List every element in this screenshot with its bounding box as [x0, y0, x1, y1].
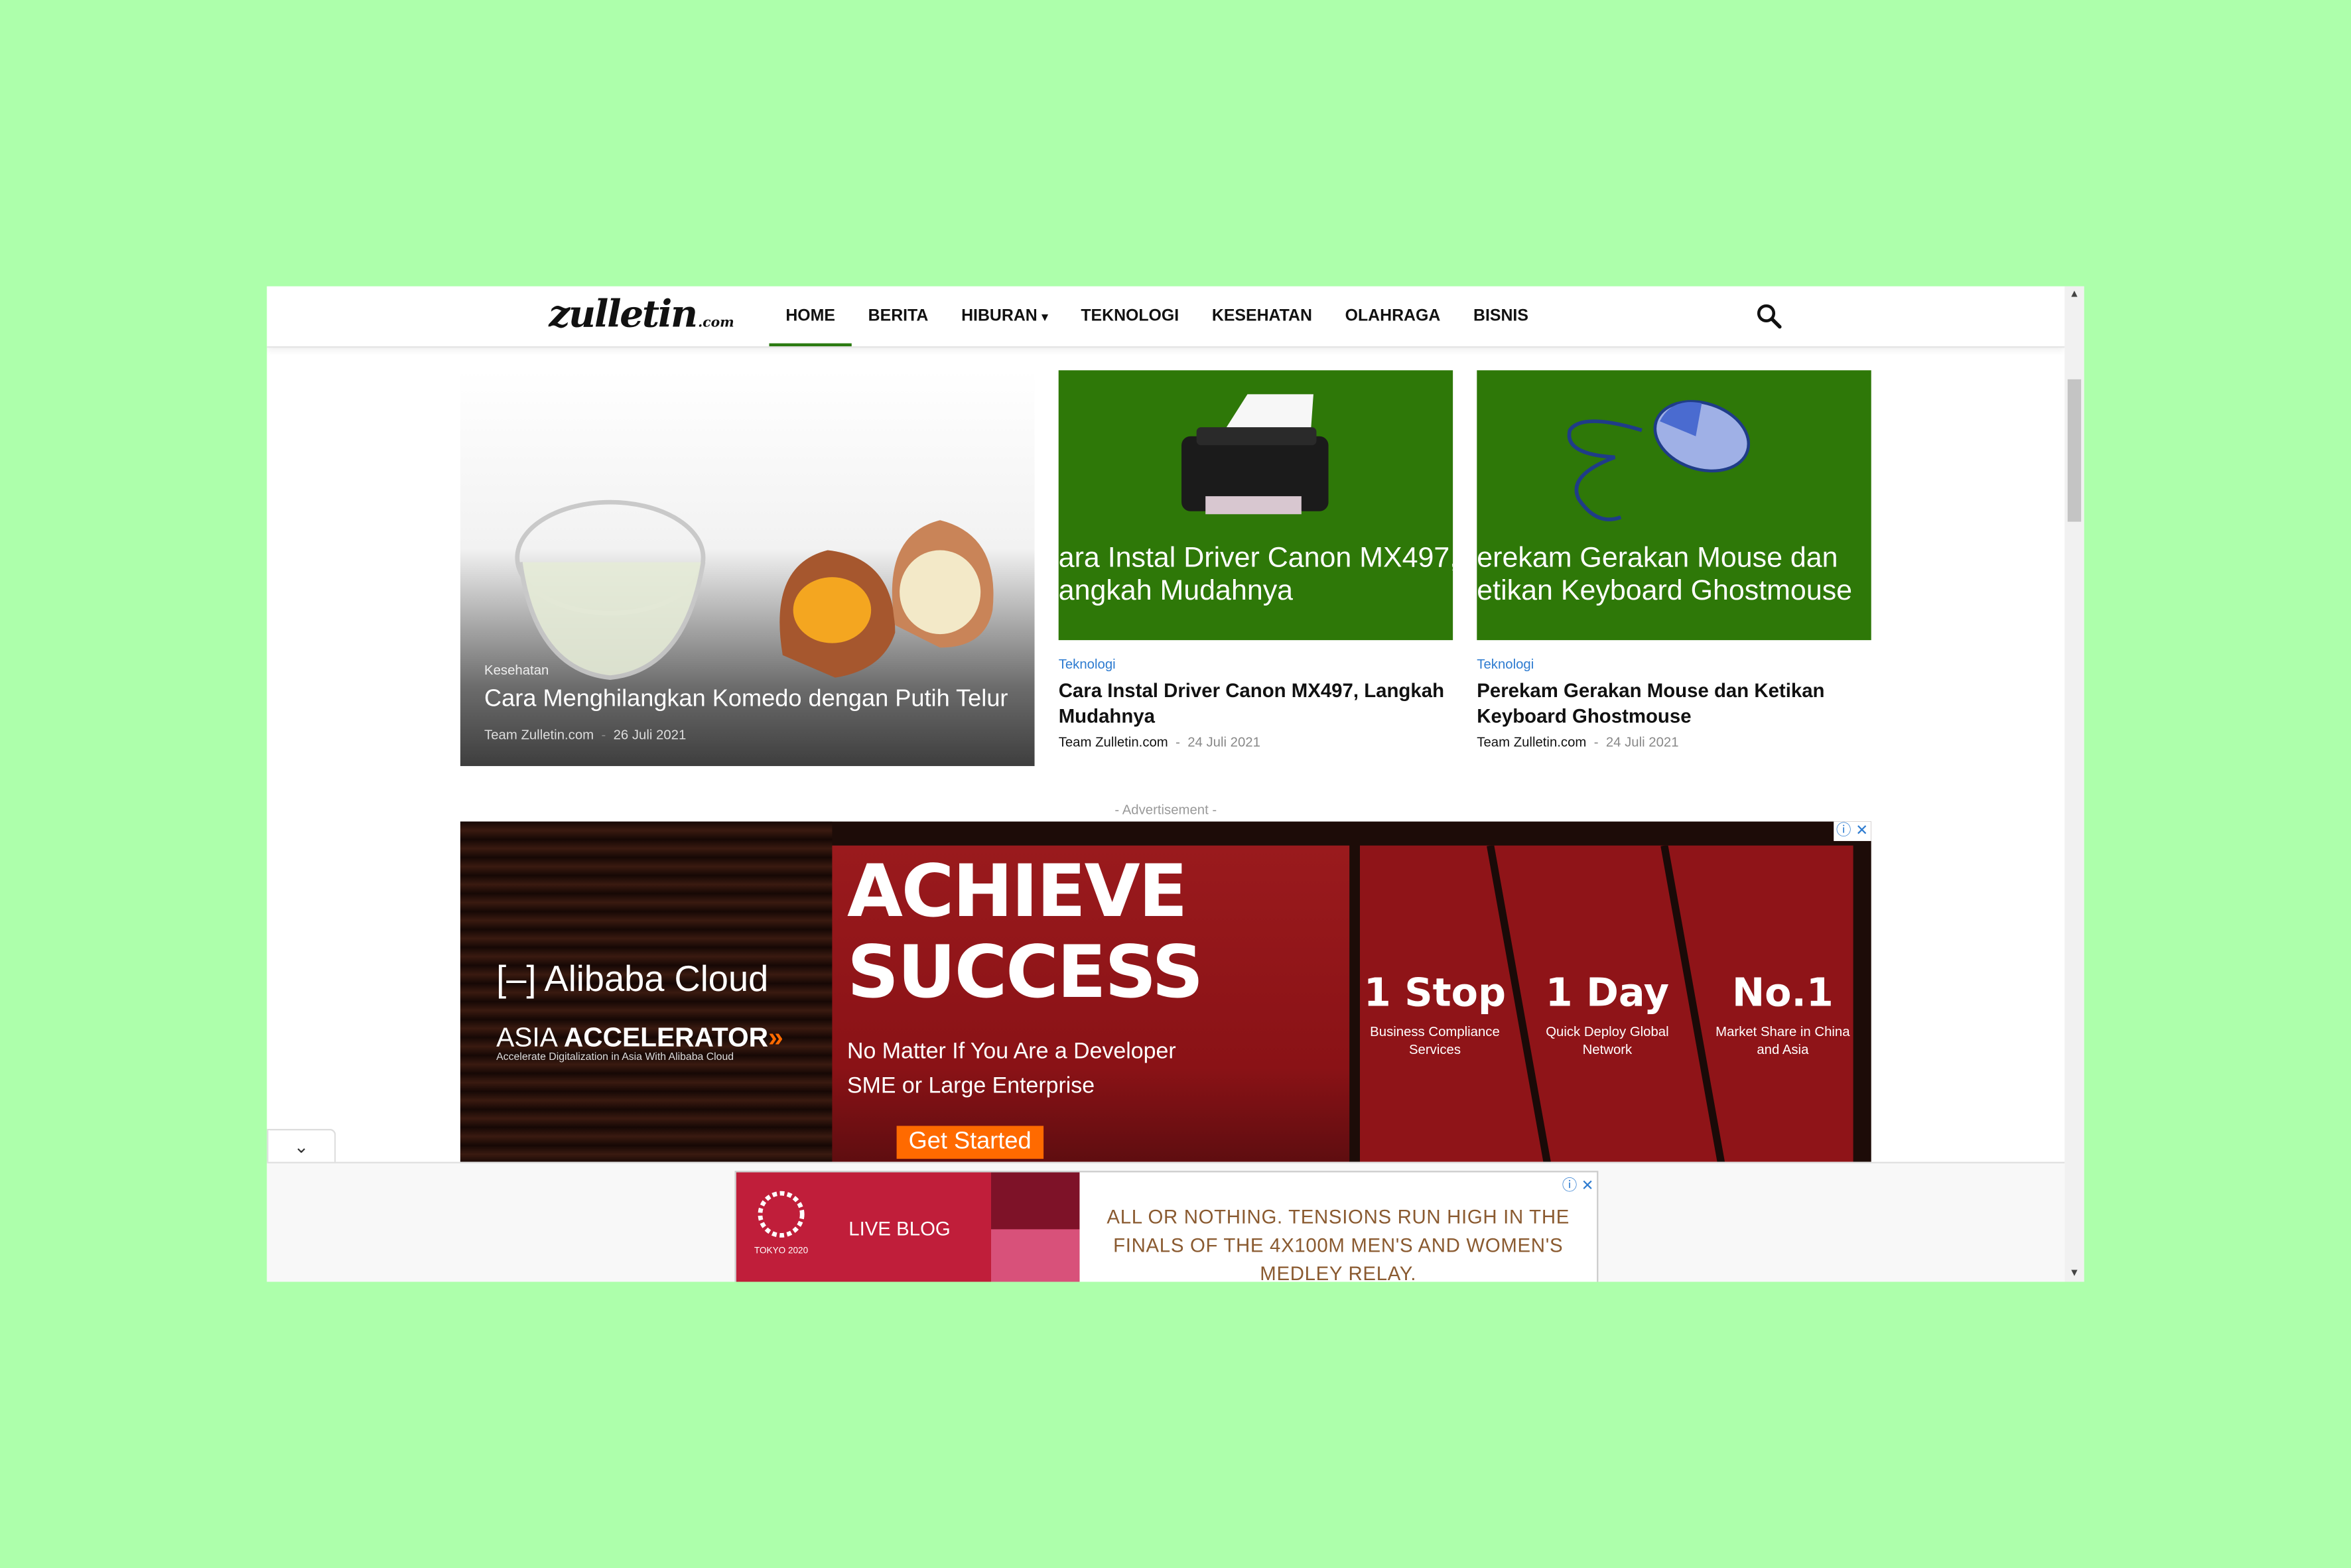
nav-teknologi[interactable]: TEKNOLOGI — [1064, 287, 1195, 346]
ad-brand-panel: [–] Alibaba Cloud ASIA ACCELERATOR» Acce… — [460, 821, 833, 1163]
ad-stat-value: No.1 — [1731, 971, 1834, 1017]
logo-suffix: .com — [698, 316, 734, 332]
scrollbar-thumb[interactable] — [2067, 379, 2082, 522]
logo-text: zulletin — [549, 292, 698, 336]
close-icon[interactable]: ✕ — [1855, 823, 1868, 840]
ad-red-panel: TOKYO 2020 LIVE BLOG — [736, 1172, 1080, 1282]
ad-program-prefix: ASIA — [496, 1022, 564, 1053]
adchoices-badge[interactable]: ⓘ ✕ — [1562, 1172, 1594, 1195]
featured-article[interactable]: Kesehatan Cara Menghilangkan Komedo deng… — [460, 370, 1035, 766]
featured-category[interactable]: Kesehatan — [484, 663, 549, 678]
ad-stat-caption: Quick Deploy Global Network — [1546, 1023, 1669, 1057]
printer-icon — [1181, 394, 1329, 515]
article-title[interactable]: Cara Instal Driver Canon MX497, Langkah … — [1059, 678, 1453, 729]
nav-bisnis[interactable]: BISNIS — [1457, 287, 1545, 346]
ad-subtext: No Matter If You Are a Developer SME or L… — [847, 1035, 1176, 1104]
alibaba-ad-banner[interactable]: [–] Alibaba Cloud ASIA ACCELERATOR» Acce… — [460, 821, 1871, 1163]
nav-kesehatan[interactable]: KESEHATAN — [1195, 287, 1329, 346]
ad-headline-line1: ACHIEVE — [847, 850, 1187, 935]
featured-title[interactable]: Cara Menghilangkan Komedo dengan Putih T… — [484, 686, 1008, 714]
olympics-ad-banner[interactable]: TOKYO 2020 LIVE BLOG ALL OR NOTHING. TEN… — [734, 1171, 1599, 1282]
tokyo-2020-emblem: TOKYO 2020 — [751, 1187, 811, 1272]
ad-program: ASIA ACCELERATOR» — [496, 1022, 783, 1053]
ad-stat-caption: Market Share in China and Asia — [1715, 1023, 1850, 1057]
article-title[interactable]: Perekam Gerakan Mouse dan Ketikan Keyboa… — [1477, 678, 1871, 729]
ad-stat: No.1 Market Share in China and Asia — [1708, 972, 1857, 1059]
advertisement-label: - Advertisement - — [1114, 802, 1217, 817]
article-date: 24 Juli 2021 — [1605, 734, 1679, 750]
ad-stat-value: 1 Stop — [1363, 971, 1507, 1017]
article-date: 24 Juli 2021 — [1187, 734, 1260, 750]
alibaba-cloud-icon: [–] — [496, 959, 537, 1000]
featured-meta: Team Zulletin.com - 26 Juli 2021 — [484, 727, 686, 742]
article-separator: - — [1593, 734, 1599, 750]
featured-author[interactable]: Team Zulletin.com — [484, 727, 594, 742]
article-thumbnail[interactable]: erekam Gerakan Mouse dan etikan Keyboard… — [1477, 370, 1871, 641]
ad-stripe — [990, 1229, 1080, 1282]
adchoices-badge[interactable]: ⓘ ✕ — [1833, 821, 1871, 841]
article-category[interactable]: Teknologi — [1477, 657, 1871, 672]
chevron-down-icon[interactable]: ⌄ — [267, 1128, 336, 1163]
ad-stat: 1 Day Quick Deploy Global Network — [1532, 972, 1682, 1059]
ad-stat-caption: Business Compliance Services — [1370, 1023, 1500, 1057]
article-category[interactable]: Teknologi — [1059, 657, 1453, 672]
nav-hiburan[interactable]: HIBURAN ▾ — [945, 287, 1064, 346]
ad-headline-line2: SUCCESS — [847, 931, 1203, 1015]
nav-hiburan-label: HIBURAN — [961, 307, 1038, 326]
close-icon[interactable]: ✕ — [1581, 1179, 1594, 1195]
ad-brand: Alibaba Cloud — [544, 959, 769, 1000]
article-separator: - — [1176, 734, 1180, 750]
site-header: zulletin .com HOME BERITA HIBURAN ▾ TEKNOL… — [267, 286, 2065, 348]
ad-message: ALL OR NOTHING. TENSIONS RUN HIGH IN THE… — [1107, 1205, 1570, 1282]
adchoices-icon[interactable]: ⓘ — [1836, 823, 1851, 840]
site-logo[interactable]: zulletin .com — [549, 293, 734, 336]
main-nav: HOME BERITA HIBURAN ▾ TEKNOLOGI KESEHATAN… — [769, 287, 1545, 347]
scroll-up-arrow-icon[interactable]: ▲ — [2064, 289, 2084, 300]
nav-home[interactable]: HOME — [769, 287, 852, 347]
ad-headline-panel: ACHIEVE SUCCESS No Matter If You Are a De… — [832, 845, 1350, 1163]
ad-headline: ACHIEVE SUCCESS — [847, 850, 1203, 1015]
ad-subtext-line2: SME or Large Enterprise — [847, 1073, 1095, 1099]
ad-subtext-line1: No Matter If You Are a Developer — [847, 1039, 1176, 1065]
article-card[interactable]: erekam Gerakan Mouse dan etikan Keyboard… — [1477, 370, 1871, 750]
ad-stripe — [990, 1172, 1080, 1230]
get-started-button[interactable]: Get Started — [896, 1126, 1043, 1159]
nav-olahraga[interactable]: OLAHRAGA — [1329, 287, 1457, 346]
browser-window: zulletin .com HOME BERITA HIBURAN ▾ TEKNOL… — [267, 286, 2084, 1282]
thumbnail-caption: erekam Gerakan Mouse dan etikan Keyboard… — [1477, 543, 1853, 608]
ad-program-name: ACCELERATOR — [563, 1022, 769, 1053]
article-thumbnail[interactable]: ara Instal Driver Canon MX497, angkah Mu… — [1058, 370, 1453, 641]
adchoices-icon[interactable]: ⓘ — [1562, 1179, 1578, 1195]
thumbnail-caption: ara Instal Driver Canon MX497, angkah Mu… — [1058, 543, 1453, 608]
double-arrow-icon: » — [768, 1022, 783, 1053]
article-author[interactable]: Team Zulletin.com — [1059, 734, 1168, 750]
article-meta: Team Zulletin.com - 24 Juli 2021 — [1059, 734, 1453, 750]
nav-berita[interactable]: BERITA — [852, 287, 945, 346]
article-meta: Team Zulletin.com - 24 Juli 2021 — [1477, 734, 1871, 750]
screenshot: zulletin .com HOME BERITA HIBURAN ▾ TEKNOL… — [0, 0, 2351, 1568]
chevron-down-icon: ▾ — [1041, 310, 1048, 324]
scroll-down-arrow-icon[interactable]: ▼ — [2064, 1268, 2084, 1279]
article-author[interactable]: Team Zulletin.com — [1477, 734, 1586, 750]
ad-event-name: TOKYO 2020 — [754, 1247, 809, 1257]
search-icon[interactable] — [1754, 301, 1784, 331]
ad-stats-panel: 1 Stop Business Compliance Services 1 Day… — [1360, 845, 1853, 1163]
featured-separator: - — [601, 727, 606, 742]
vertical-scrollbar[interactable]: ▲ ▼ — [2064, 286, 2084, 1282]
article-card[interactable]: ara Instal Driver Canon MX497, angkah Mu… — [1058, 370, 1453, 750]
mouse-icon — [1567, 400, 1751, 521]
ad-stat: 1 Stop Business Compliance Services — [1360, 972, 1510, 1059]
featured-date: 26 Juli 2021 — [613, 727, 687, 742]
ad-stat-value: 1 Day — [1545, 971, 1670, 1017]
ad-tagline: Accelerate Digitalization in Asia With A… — [496, 1052, 734, 1063]
live-blog-label: LIVE BLOG — [848, 1217, 951, 1240]
alibaba-logo: [–] Alibaba Cloud — [496, 960, 768, 1002]
sticky-ad-bar: TOKYO 2020 LIVE BLOG ALL OR NOTHING. TEN… — [267, 1161, 2065, 1282]
olympic-emblem-icon — [758, 1191, 805, 1238]
